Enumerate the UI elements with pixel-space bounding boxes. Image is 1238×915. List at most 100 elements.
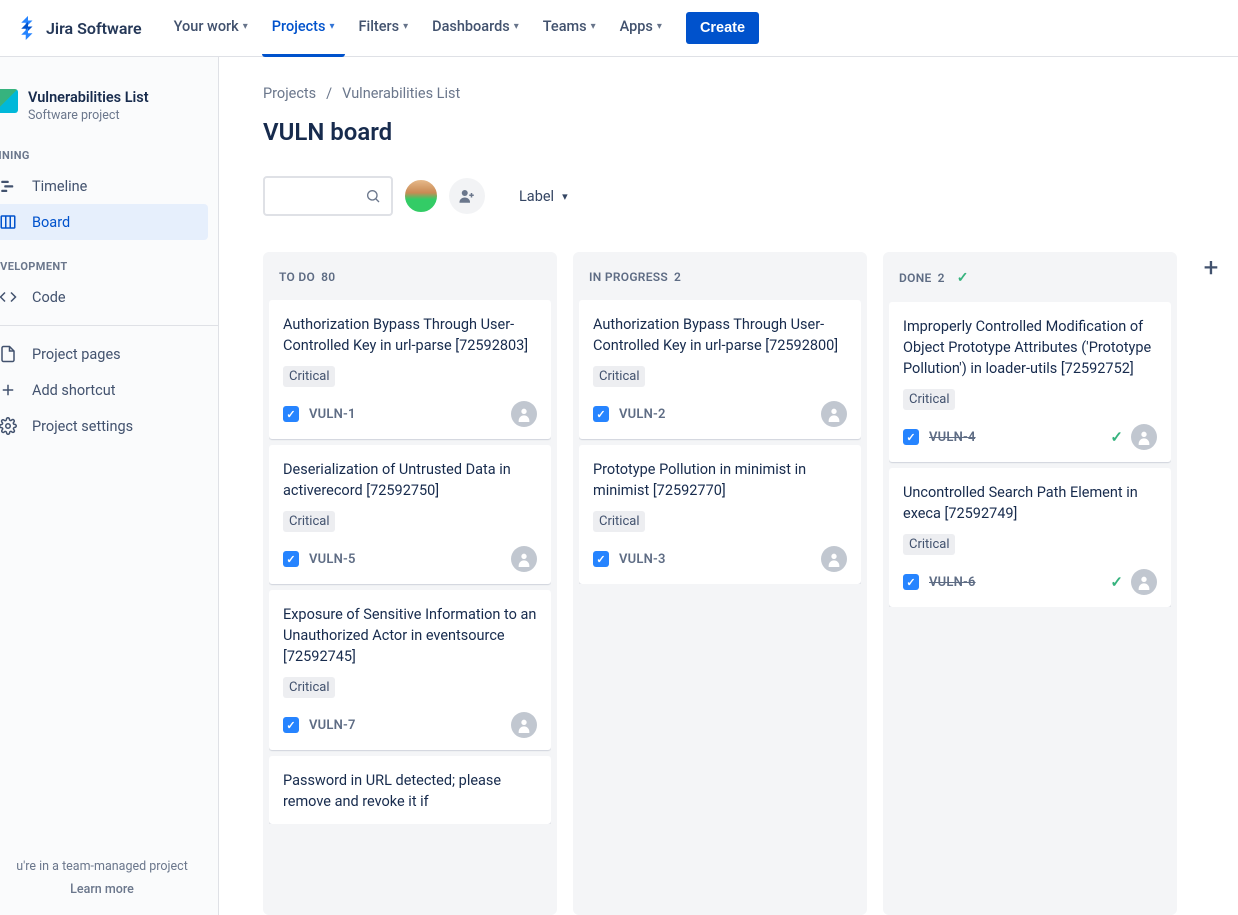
nav-label: Filters [359, 18, 400, 35]
assignee-avatar[interactable] [511, 712, 537, 738]
add-column-button[interactable]: + [1193, 252, 1229, 286]
column-header[interactable]: TO DO 80 [269, 252, 551, 300]
card-list: Authorization Bypass Through User-Contro… [579, 300, 861, 584]
card-footer: ✓ VULN-4 ✓ [903, 424, 1157, 450]
assignee-avatar[interactable] [511, 546, 537, 572]
label-filter[interactable]: Label ▾ [509, 180, 578, 213]
gear-icon [0, 417, 18, 435]
issue-card[interactable]: Password in URL detected; please remove … [269, 756, 551, 824]
card-footer: ✓ VULN-2 [593, 401, 847, 427]
sidebar-item-board[interactable]: Board [0, 204, 208, 240]
chevron-down-icon: ▾ [657, 21, 662, 32]
page-icon [0, 345, 18, 363]
label-filter-text: Label [519, 188, 554, 205]
create-button[interactable]: Create [686, 12, 759, 44]
nav-label: Projects [272, 18, 326, 35]
jira-icon [16, 16, 40, 40]
project-subtitle: Software project [28, 108, 149, 123]
nav-items: Your work▾Projects▾Filters▾Dashboards▾Te… [164, 0, 672, 57]
card-tag: Critical [283, 366, 335, 387]
breadcrumb: Projects / Vulnerabilities List [263, 85, 1238, 102]
issue-card[interactable]: Exposure of Sensitive Information to an … [269, 590, 551, 750]
search-input[interactable] [263, 176, 393, 216]
board: TO DO 80 Authorization Bypass Through Use… [263, 252, 1238, 915]
card-footer: ✓ VULN-1 [283, 401, 537, 427]
chevron-down-icon: ▾ [403, 21, 408, 32]
learn-more-link[interactable]: Learn more [0, 882, 208, 897]
jira-logo[interactable]: Jira Software [12, 16, 152, 40]
done-check-icon: ✓ [1110, 428, 1123, 446]
nav-item-projects[interactable]: Projects▾ [262, 0, 345, 57]
issue-key: VULN-4 [929, 430, 976, 445]
sidebar-section-planning: ANNING [0, 143, 218, 168]
sidebar-item-project-pages[interactable]: Project pages [0, 336, 218, 372]
check-icon: ✓ [957, 270, 969, 286]
issue-key: VULN-5 [309, 552, 356, 567]
card-tag: Critical [283, 677, 335, 698]
card-title: Exposure of Sensitive Information to an … [283, 604, 537, 667]
assignee-avatar[interactable] [821, 546, 847, 572]
sidebar-item-label: Project settings [32, 418, 133, 435]
column-name: TO DO [279, 270, 315, 284]
sidebar-item-label: Board [32, 214, 70, 231]
card-footer: ✓ VULN-7 [283, 712, 537, 738]
nav-label: Dashboards [432, 18, 510, 35]
nav-item-apps[interactable]: Apps ▾ [610, 0, 672, 57]
column-header[interactable]: DONE 2✓ [889, 252, 1171, 302]
nav-label: Your work [174, 18, 239, 35]
issue-card[interactable]: Prototype Pollution in minimist in minim… [579, 445, 861, 584]
sidebar-item-label: Timeline [32, 178, 87, 195]
column-to-do: TO DO 80 Authorization Bypass Through Use… [263, 252, 557, 915]
add-person-button[interactable] [449, 178, 485, 214]
assignee-avatar[interactable] [1131, 424, 1157, 450]
nav-label: Apps [620, 18, 653, 35]
issue-key: VULN-1 [309, 407, 356, 422]
timeline-icon [0, 177, 18, 195]
sidebar-item-project-settings[interactable]: Project settings [0, 408, 218, 444]
card-tag: Critical [283, 511, 335, 532]
nav-item-teams[interactable]: Teams▾ [533, 0, 606, 57]
search-icon [365, 188, 381, 204]
breadcrumb-separator: / [326, 85, 332, 102]
card-list: Improperly Controlled Modification of Ob… [889, 302, 1171, 607]
issue-card[interactable]: Improperly Controlled Modification of Ob… [889, 302, 1171, 462]
task-type-icon: ✓ [903, 574, 919, 590]
card-list: Authorization Bypass Through User-Contro… [269, 300, 551, 824]
sidebar-item-add-shortcut[interactable]: Add shortcut [0, 372, 218, 408]
breadcrumb-projects[interactable]: Projects [263, 85, 316, 102]
sidebar-footer-text: u're in a team-managed project [0, 859, 208, 874]
project-name: Vulnerabilities List [28, 89, 149, 106]
card-title: Authorization Bypass Through User-Contro… [283, 314, 537, 356]
breadcrumb-project-name[interactable]: Vulnerabilities List [342, 85, 460, 102]
add-person-icon [458, 187, 476, 205]
issue-card[interactable]: Authorization Bypass Through User-Contro… [579, 300, 861, 439]
chevron-down-icon: ▾ [562, 190, 568, 203]
card-title: Deserialization of Untrusted Data in act… [283, 459, 537, 501]
assignee-avatar[interactable] [1131, 569, 1157, 595]
card-title: Improperly Controlled Modification of Ob… [903, 316, 1157, 379]
assignee-avatar[interactable] [511, 401, 537, 427]
issue-card[interactable]: Deserialization of Untrusted Data in act… [269, 445, 551, 584]
chevron-down-icon: ▾ [591, 21, 596, 32]
column-count: 80 [321, 270, 335, 284]
chevron-down-icon: ▾ [514, 21, 519, 32]
sidebar-item-code[interactable]: Code [0, 279, 218, 315]
nav-item-filters[interactable]: Filters▾ [349, 0, 419, 57]
column-in-progress: IN PROGRESS 2Authorization Bypass Throug… [573, 252, 867, 915]
task-type-icon: ✓ [593, 551, 609, 567]
assignee-avatar[interactable] [821, 401, 847, 427]
user-avatar[interactable] [403, 178, 439, 214]
column-header[interactable]: IN PROGRESS 2 [579, 252, 861, 300]
sidebar-section-development: DEVELOPMENT [0, 254, 218, 279]
sidebar-item-timeline[interactable]: Timeline [0, 168, 218, 204]
nav-item-your-work[interactable]: Your work▾ [164, 0, 258, 57]
issue-key: VULN-7 [309, 718, 356, 733]
project-header[interactable]: Vulnerabilities List Software project [0, 81, 218, 143]
task-type-icon: ✓ [593, 406, 609, 422]
issue-card[interactable]: Uncontrolled Search Path Element in exec… [889, 468, 1171, 607]
issue-card[interactable]: Authorization Bypass Through User-Contro… [269, 300, 551, 439]
board-controls: Label ▾ [263, 176, 1238, 216]
card-tag: Critical [903, 534, 955, 555]
plus-icon [0, 381, 18, 399]
nav-item-dashboards[interactable]: Dashboards ▾ [422, 0, 529, 57]
